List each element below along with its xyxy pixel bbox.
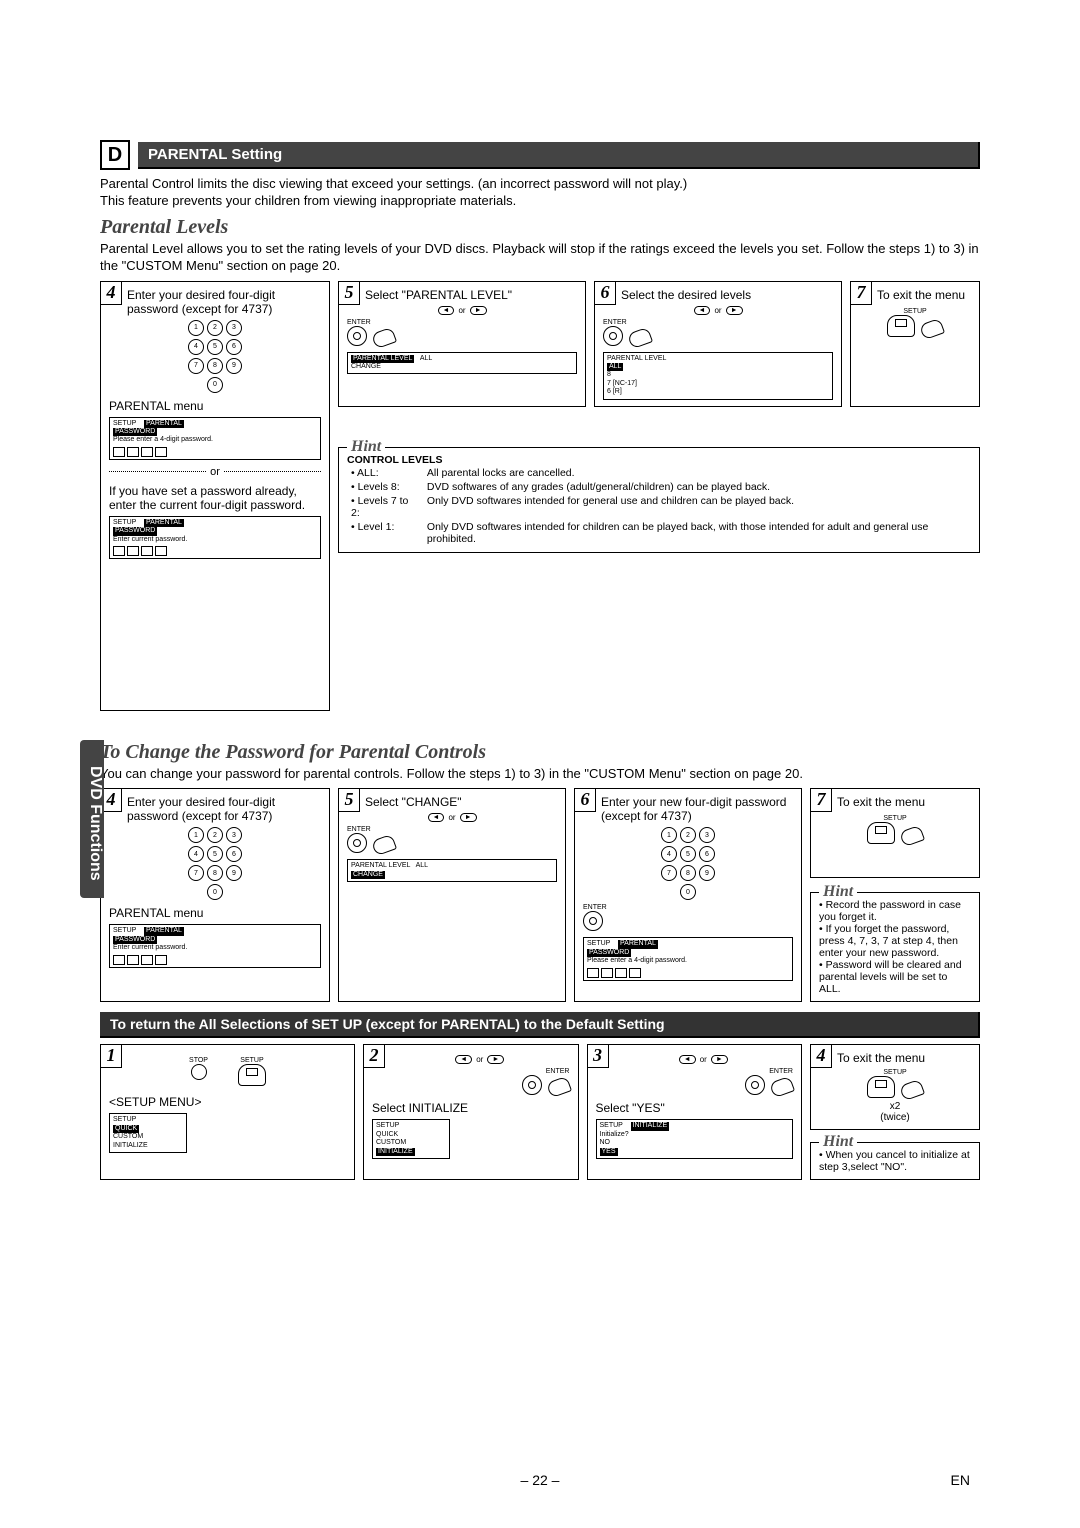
- step-number: 4: [810, 1044, 832, 1068]
- step-number: 7: [850, 281, 872, 305]
- osd-parental: SETUP PARENTAL PASSWORD Please enter a 4…: [583, 937, 793, 980]
- arrow-or: ◄or►: [614, 1055, 794, 1064]
- finger-icon: [371, 834, 397, 857]
- finger-icon: [371, 326, 397, 349]
- return-default-bar: To return the All Selections of SET UP (…: [100, 1012, 980, 1038]
- parental-menu-label: PARENTAL menu: [109, 399, 321, 413]
- arrow-or: ◄or►: [603, 306, 833, 315]
- sidebar-tab: DVD Functions: [80, 740, 104, 898]
- enter-icon: [603, 326, 623, 346]
- setup-label: SETUP: [238, 1057, 266, 1064]
- setup-icon: [238, 1064, 266, 1086]
- step-number: 2: [363, 1044, 385, 1068]
- step4-text: Enter your desired four-digit password (…: [127, 288, 321, 316]
- step-number: 6: [594, 281, 616, 305]
- step-number: 7: [810, 788, 832, 812]
- osd-level: PARENTAL LEVEL ALL CHANGE: [347, 352, 577, 375]
- finger-icon: [899, 825, 925, 848]
- osd-parental: SETUP PARENTAL PASSWORD Please enter a 4…: [109, 417, 321, 460]
- finger-icon: [627, 326, 653, 349]
- step-number: 5: [338, 788, 360, 812]
- lang-code: EN: [951, 1472, 970, 1488]
- stop-icon: [191, 1064, 207, 1080]
- c-step6-text: Enter your new four-digit password (exce…: [601, 795, 793, 823]
- parental-menu-label: PARENTAL menu: [109, 906, 321, 920]
- enter-icon: [583, 911, 603, 931]
- section-header: D PARENTAL Setting: [100, 140, 980, 170]
- step7-text: To exit the menu: [877, 288, 971, 302]
- hint-title: Hint: [819, 1133, 857, 1151]
- osd-parental: SETUP PARENTAL PASSWORD Enter current pa…: [109, 924, 321, 967]
- setup-icon: [887, 315, 915, 337]
- step6-text: Select the desired levels: [621, 288, 833, 302]
- keypad-icon: 123 456 789 0: [661, 827, 715, 900]
- osd-parental-2: SETUP PARENTAL PASSWORD Enter current pa…: [109, 516, 321, 559]
- setup-label: SETUP: [819, 815, 971, 822]
- setup-label: SETUP: [859, 308, 971, 315]
- hint-cancel: Hint • When you cancel to initialize at …: [810, 1142, 980, 1180]
- select-yes: Select "YES": [596, 1101, 794, 1115]
- enter-label: ENTER: [347, 826, 371, 833]
- finger-icon: [769, 1076, 795, 1099]
- sub2-desc: You can change your password for parenta…: [100, 766, 980, 783]
- enter-label: ENTER: [583, 904, 607, 911]
- arrow-or: ◄or►: [347, 813, 557, 822]
- c-step7-text: To exit the menu: [837, 795, 971, 809]
- stop-label: STOP: [189, 1057, 208, 1064]
- select-initialize: Select INITIALIZE: [372, 1101, 570, 1115]
- setup-label: SETUP: [819, 1069, 971, 1076]
- step-number: 4: [100, 281, 122, 305]
- setup-icon: [867, 822, 895, 844]
- finger-icon: [545, 1076, 571, 1099]
- keypad-icon: 123 456 789 0: [188, 320, 242, 393]
- hint-password: Hint • Record the password in case you f…: [810, 892, 980, 1002]
- subheading-parental-levels: Parental Levels: [100, 216, 980, 239]
- if-password-set: If you have set a password already, ente…: [109, 484, 321, 512]
- r-step4-text: To exit the menu: [837, 1051, 971, 1065]
- osd-setup: SETUP QUICK CUSTOM INITIALIZE: [109, 1113, 187, 1153]
- enter-icon: [347, 833, 367, 853]
- osd-initialize: SETUP INITIALIZE Initialize? NO YES: [596, 1119, 794, 1159]
- step-number: 1: [100, 1044, 122, 1068]
- c-step4-text: Enter your desired four-digit password (…: [127, 795, 321, 823]
- subheading-change-password: To Change the Password for Parental Cont…: [100, 741, 980, 764]
- intro-2: This feature prevents your children from…: [100, 193, 980, 210]
- step-number: 3: [587, 1044, 609, 1068]
- finger-icon: [899, 1079, 925, 1102]
- or-divider: or: [109, 466, 321, 478]
- finger-icon: [919, 317, 945, 340]
- enter-label: ENTER: [603, 319, 627, 326]
- setup-menu-label: <SETUP MENU>: [109, 1095, 346, 1109]
- keypad-icon: 123 456 789 0: [188, 827, 242, 900]
- enter-label: ENTER: [347, 319, 371, 326]
- hint-heading: CONTROL LEVELS: [347, 454, 971, 466]
- hint-title: Hint: [347, 438, 385, 456]
- hint-title: Hint: [819, 883, 857, 901]
- enter-label: ENTER: [546, 1068, 570, 1075]
- osd-setup: SETUP QUICK CUSTOM INITIALIZE: [372, 1119, 450, 1159]
- intro-1: Parental Control limits the disc viewing…: [100, 176, 980, 193]
- arrow-or: ◄or►: [347, 306, 577, 315]
- osd-level: PARENTAL LEVEL ALL 8 7 [NC-17] 6 [R]: [603, 352, 833, 400]
- osd-level: PARENTAL LEVEL ALL CHANGE: [347, 859, 557, 882]
- sub1-desc: Parental Level allows you to set the rat…: [100, 241, 980, 275]
- step-number: 6: [574, 788, 596, 812]
- section-letter: D: [100, 140, 130, 170]
- section-title: PARENTAL Setting: [138, 142, 980, 169]
- step-number: 5: [338, 281, 360, 305]
- enter-icon: [347, 326, 367, 346]
- c-step5-text: Select "CHANGE": [365, 795, 557, 809]
- arrow-or: ◄or►: [390, 1055, 570, 1064]
- enter-icon: [745, 1075, 765, 1095]
- enter-icon: [522, 1075, 542, 1095]
- enter-label: ENTER: [769, 1068, 793, 1075]
- page-number: – 22 –: [0, 1472, 1080, 1488]
- step5-text: Select "PARENTAL LEVEL": [365, 288, 577, 302]
- setup-icon: [867, 1076, 895, 1098]
- hint-control-levels: Hint CONTROL LEVELS • ALL:All parental l…: [338, 447, 980, 553]
